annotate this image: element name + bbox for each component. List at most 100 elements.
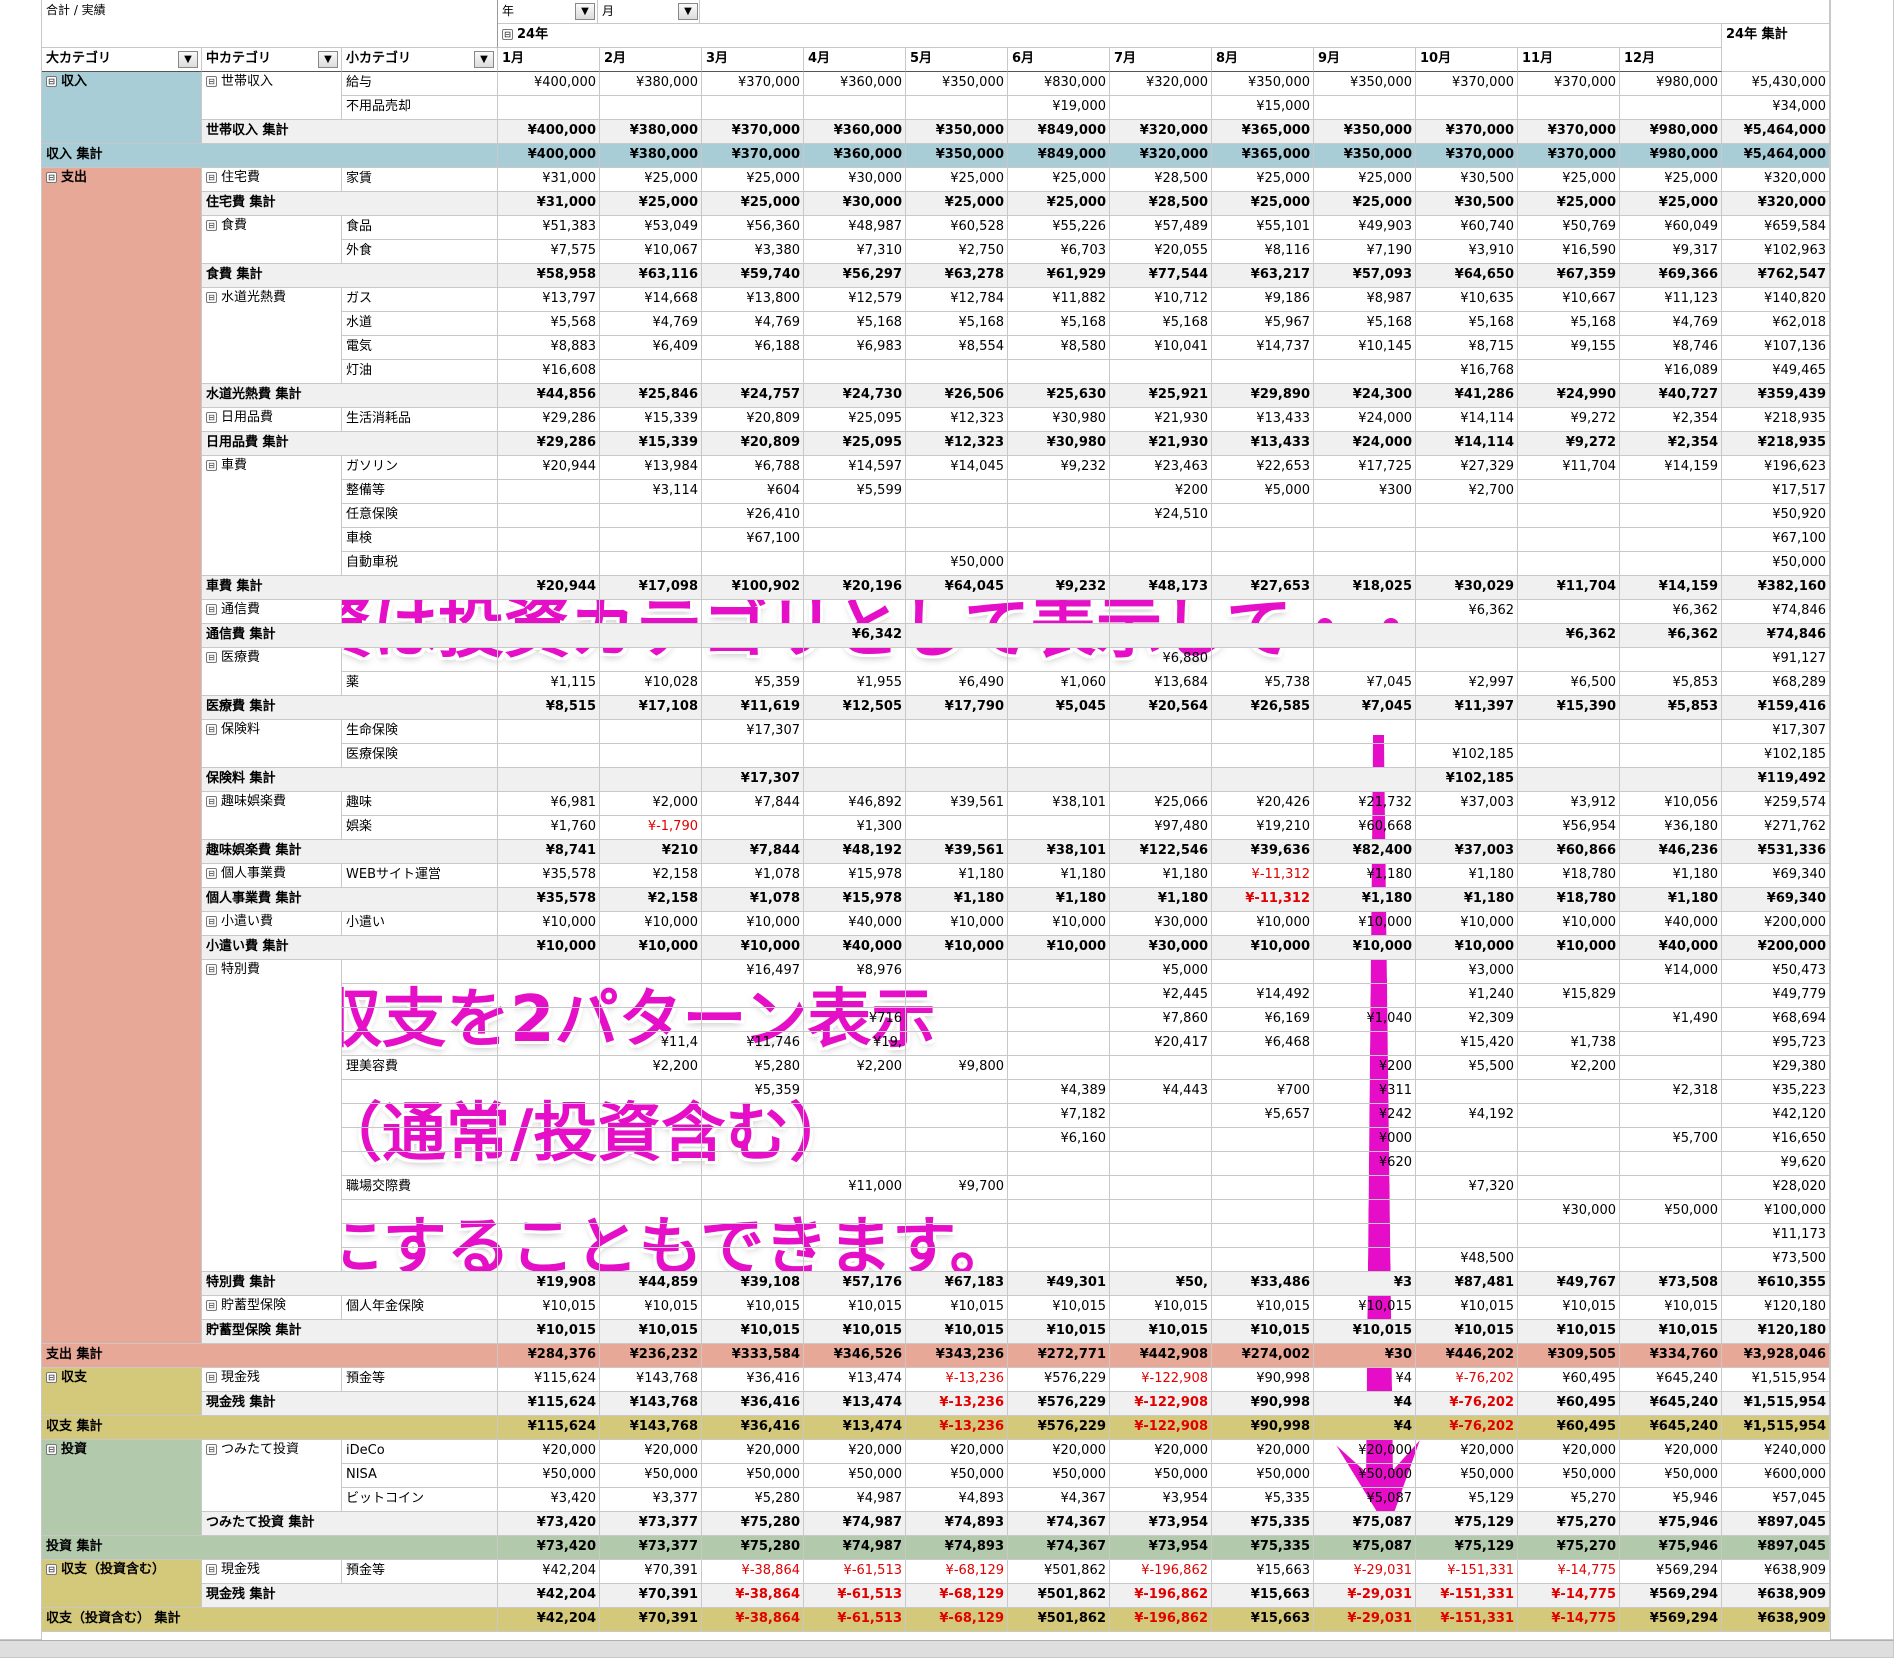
subtotal-value: ¥60,866 [1518, 840, 1620, 864]
month-header: 1月 [498, 48, 600, 72]
grand-total-value: ¥343,236 [906, 1344, 1008, 1368]
value-cell: ¥10,015 [1110, 1296, 1212, 1320]
collapse-icon[interactable]: ⊟ [206, 868, 217, 879]
value-cell [1212, 960, 1314, 984]
value-cell: ¥5,599 [804, 480, 906, 504]
collapse-icon[interactable]: ⊟ [206, 460, 217, 471]
value-cell: ¥14,000 [1620, 960, 1722, 984]
value-cell [1518, 1104, 1620, 1128]
subcategory-label: 食費 [221, 218, 248, 233]
subcategory-cell: ⊟ 小遣い費 [202, 912, 342, 936]
value-cell [600, 504, 702, 528]
subtotal-value: ¥75,129 [1416, 1512, 1518, 1536]
grand-total-value: ¥73,420 [498, 1536, 600, 1560]
subtotal-label: つみたて投資 集計 [202, 1512, 498, 1536]
value-cell [804, 1080, 906, 1104]
month-header: 10月 [1416, 48, 1518, 72]
collapse-icon[interactable]: ⊟ [46, 172, 57, 183]
collapse-icon[interactable]: ⊟ [206, 292, 217, 303]
row-header-filter-button[interactable]: ▼ [474, 51, 494, 68]
subtotal-value: ¥119,492 [1722, 768, 1830, 792]
subtotal-value: ¥28,500 [1110, 192, 1212, 216]
value-cell: ¥35,223 [1722, 1080, 1830, 1104]
value-cell: ¥5,280 [702, 1488, 804, 1512]
row-header-filter-button[interactable]: ▼ [178, 51, 198, 68]
year-group-header[interactable]: ⊟ 24年 [498, 24, 1722, 48]
collapse-icon[interactable]: ⊟ [46, 76, 57, 87]
sheet-bottom-strip[interactable] [0, 1640, 1894, 1658]
collapse-icon[interactable]: ⊟ [206, 76, 217, 87]
collapse-icon[interactable]: ⊟ [206, 964, 217, 975]
year-filter-button[interactable]: ▼ [575, 3, 595, 20]
value-cell: ¥5,168 [1518, 312, 1620, 336]
value-cell: ¥68,289 [1722, 672, 1830, 696]
value-cell: ¥143,768 [600, 1368, 702, 1392]
value-cell [1008, 648, 1110, 672]
value-cell: ¥-11,312 [1212, 864, 1314, 888]
collapse-icon[interactable]: ⊟ [206, 172, 217, 183]
collapse-icon[interactable]: ⊟ [46, 1564, 57, 1575]
subtotal-label: 住宅費 集計 [202, 192, 498, 216]
collapse-icon[interactable]: ⊟ [206, 604, 217, 615]
value-cell [1518, 600, 1620, 624]
value-cell: ¥6,169 [1212, 1008, 1314, 1032]
collapse-icon[interactable]: ⊟ [206, 1300, 217, 1311]
value-cell: ¥20,809 [702, 408, 804, 432]
collapse-icon[interactable]: ⊟ [206, 724, 217, 735]
value-cell [1008, 816, 1110, 840]
subtotal-value: ¥24,300 [1314, 384, 1416, 408]
subtotal-value: ¥24,000 [1314, 432, 1416, 456]
subtotal-value: ¥11,704 [1518, 576, 1620, 600]
value-cell: ¥4,769 [702, 312, 804, 336]
value-cell: ¥25,000 [906, 168, 1008, 192]
collapse-icon[interactable]: ⊟ [46, 1372, 57, 1383]
collapse-icon[interactable]: ⊟ [206, 412, 217, 423]
subcategory-label: 趣味娯楽費 [221, 794, 287, 809]
collapse-icon[interactable]: ⊟ [206, 220, 217, 231]
value-cell [1008, 1056, 1110, 1080]
value-cell: ¥10,056 [1620, 792, 1722, 816]
subtotal-value: ¥501,862 [1008, 1584, 1110, 1608]
value-cell: ¥5,430,000 [1722, 72, 1830, 96]
grand-total-value: ¥-14,775 [1518, 1608, 1620, 1632]
value-cell: ¥10,015 [804, 1296, 906, 1320]
subcategory-cell: ⊟ 医療費 [202, 648, 342, 696]
value-cell [804, 528, 906, 552]
collapse-icon[interactable]: ⊟ [206, 1444, 217, 1455]
subtotal-value: ¥-76,202 [1416, 1392, 1518, 1416]
value-cell: ¥15,000 [1212, 96, 1314, 120]
value-cell: ¥60,668 [1314, 816, 1416, 840]
value-cell: ¥9,232 [1008, 456, 1110, 480]
collapse-icon[interactable]: ⊟ [46, 1444, 57, 1455]
subtotal-value: ¥645,240 [1620, 1392, 1722, 1416]
collapse-icon[interactable]: ⊟ [206, 1372, 217, 1383]
subtotal-value: ¥102,185 [1416, 768, 1518, 792]
subtotal-value: ¥10,015 [1314, 1320, 1416, 1344]
value-cell [1008, 1176, 1110, 1200]
value-cell: ¥60,049 [1620, 216, 1722, 240]
value-cell [1212, 1176, 1314, 1200]
value-cell [702, 1008, 804, 1032]
value-cell [702, 600, 804, 624]
row-header-filter-button[interactable]: ▼ [318, 51, 338, 68]
collapse-icon[interactable]: ⊟ [206, 652, 217, 663]
value-cell [1620, 744, 1722, 768]
subtotal-value: ¥10,015 [1416, 1320, 1518, 1344]
value-cell: ¥8,987 [1314, 288, 1416, 312]
value-cell: ¥6,981 [498, 792, 600, 816]
value-cell [1416, 1200, 1518, 1224]
value-cell [804, 720, 906, 744]
subtotal-value: ¥73,420 [498, 1512, 600, 1536]
month-filter-button[interactable]: ▼ [678, 3, 698, 20]
collapse-icon[interactable]: ⊟ [206, 1564, 217, 1575]
value-cell [1620, 1176, 1722, 1200]
value-cell [906, 648, 1008, 672]
value-cell [1212, 360, 1314, 384]
item-label [342, 1104, 498, 1128]
value-cell: ¥50,000 [600, 1464, 702, 1488]
subtotal-value [600, 768, 702, 792]
collapse-icon[interactable]: ⊟ [206, 796, 217, 807]
collapse-icon[interactable]: ⊟ [206, 916, 217, 927]
collapse-icon[interactable]: ⊟ [502, 29, 513, 40]
value-cell: ¥13,797 [498, 288, 600, 312]
